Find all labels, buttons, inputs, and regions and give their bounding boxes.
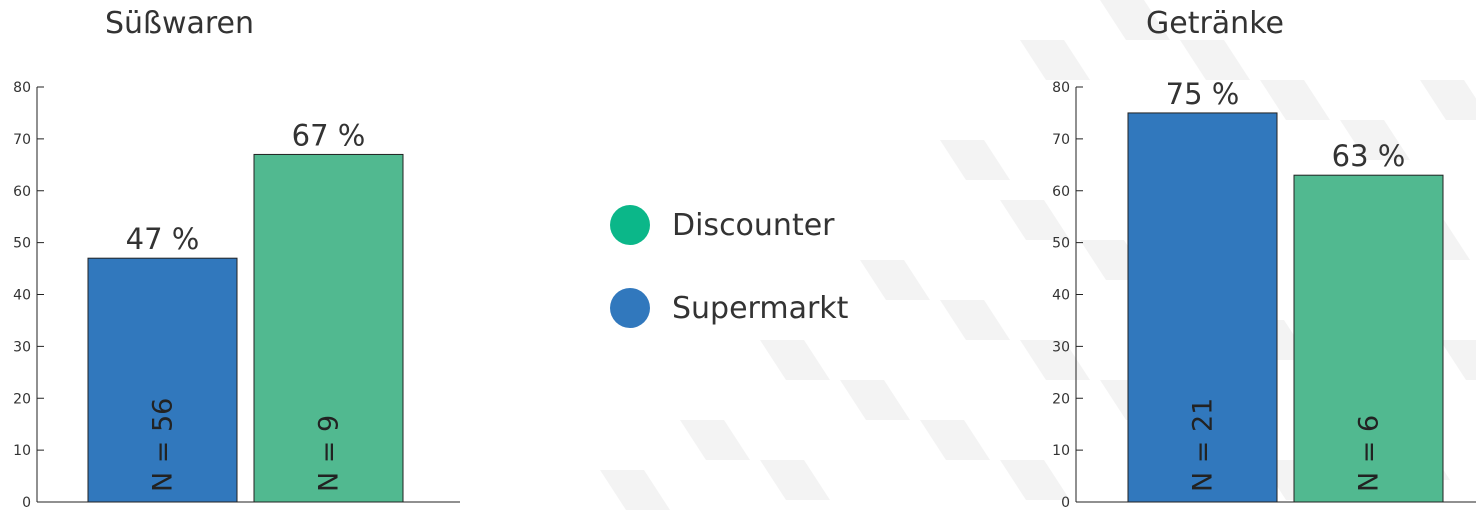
y-tick-label: 80 — [13, 80, 31, 96]
chart-suesswaren: Süßwaren 0 10 20 30 40 50 60 70 80 47 % N = 56 67 %… — [0, 0, 470, 511]
legend-dot-discounter — [610, 205, 650, 245]
legend-dot-supermarkt — [610, 288, 650, 328]
y-tick-label: 50 — [13, 236, 31, 252]
y-tick-label: 20 — [13, 391, 31, 407]
y-tick-label: 40 — [1052, 288, 1070, 304]
background-tile — [760, 340, 830, 380]
background-tile — [920, 420, 990, 460]
y-tick-label: 30 — [1052, 339, 1070, 355]
chart-title: Getränke — [1146, 6, 1284, 41]
bar-chart-suesswaren: 0 10 20 30 40 50 60 70 80 47 % N = 56 67 % N = 9 — [13, 80, 460, 511]
y-tick-label: 30 — [13, 339, 31, 355]
y-tick-label: 10 — [13, 443, 31, 459]
background-tile — [940, 300, 1010, 340]
background-tile — [840, 380, 910, 420]
y-tick-label: 10 — [1052, 443, 1070, 459]
legend-item-discounter: Discounter — [610, 205, 835, 245]
bar-value-label: 75 % — [1166, 77, 1240, 111]
bar-value-label: 63 % — [1332, 139, 1406, 173]
background-tile — [860, 260, 930, 300]
chart-getraenke: Getränke 0 10 20 30 40 50 60 70 80 75 % N = 21 63 %… — [1020, 0, 1476, 511]
bar-n-label: N = 9 — [314, 415, 345, 492]
background-tile — [760, 460, 830, 500]
bar-chart-getraenke: 0 10 20 30 40 50 60 70 80 75 % N = 21 63 % N = 6 — [1052, 77, 1476, 511]
bar-n-label: N = 21 — [1188, 398, 1219, 492]
y-tick-label: 70 — [13, 132, 31, 148]
legend-item-supermarkt: Supermarkt — [610, 288, 848, 328]
bar-n-label: N = 6 — [1354, 415, 1385, 492]
y-tick-label: 60 — [13, 184, 31, 200]
bar-value-label: 47 % — [126, 222, 200, 256]
background-tile — [600, 470, 670, 510]
y-tick-label: 60 — [1052, 184, 1070, 200]
legend-label: Supermarkt — [672, 290, 849, 326]
y-tick-label: 50 — [1052, 236, 1070, 252]
bar-value-label: 67 % — [292, 118, 366, 152]
legend-label: Discounter — [672, 207, 835, 243]
y-tick-label: 70 — [1052, 132, 1070, 148]
background-tile — [680, 420, 750, 460]
y-tick-label: 0 — [1061, 495, 1070, 510]
bar-n-label: N = 56 — [148, 398, 179, 492]
y-tick-label: 40 — [13, 288, 31, 304]
y-tick-label: 80 — [1052, 80, 1070, 96]
chart-title: Süßwaren — [105, 6, 255, 41]
background-tile — [940, 140, 1010, 180]
y-tick-label: 0 — [22, 495, 31, 510]
y-tick-label: 20 — [1052, 391, 1070, 407]
